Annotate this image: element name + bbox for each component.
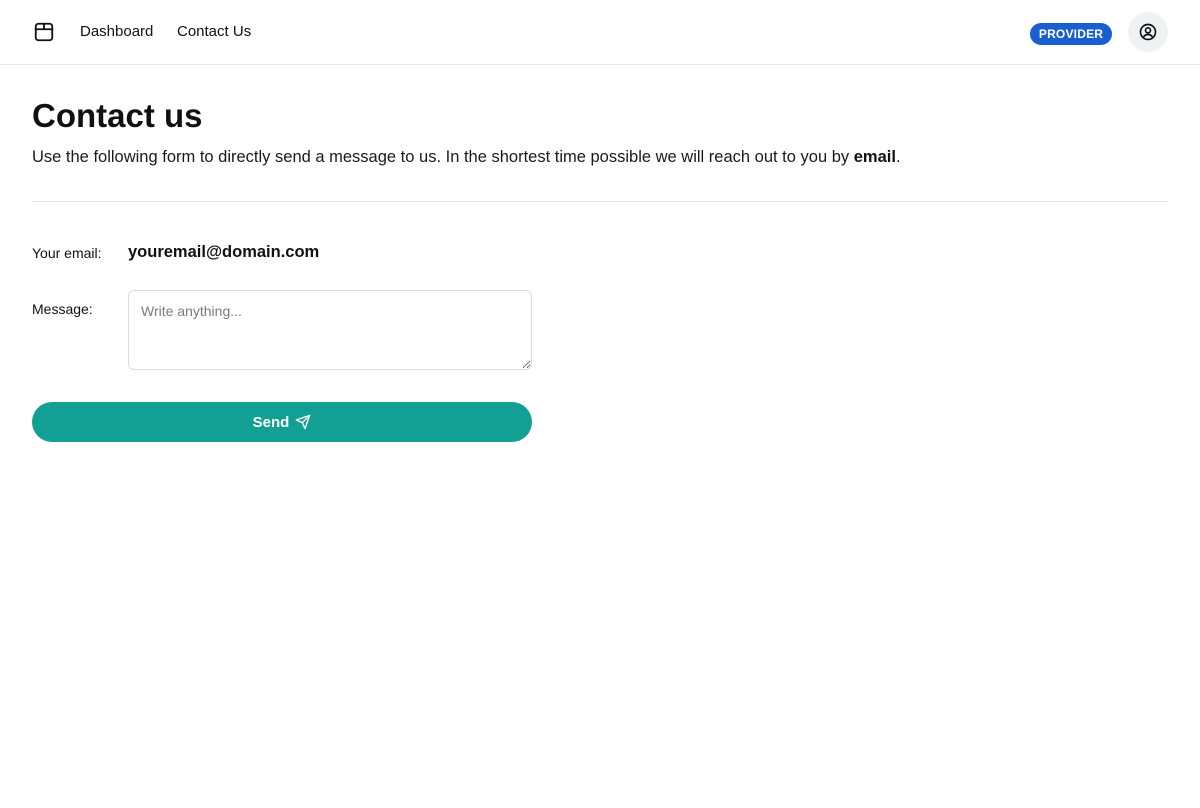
email-label: Your email: [32, 245, 102, 261]
send-button[interactable]: Send [32, 402, 532, 442]
description-text: Use the following form to directly send … [32, 148, 854, 166]
description-emphasis: email [853, 148, 896, 166]
message-label: Message: [32, 301, 93, 317]
top-nav-bar: Dashboard Contact Us PROVIDER [0, 0, 1200, 65]
message-textarea[interactable] [128, 290, 532, 370]
send-paper-plane-icon [295, 414, 311, 430]
section-divider [32, 201, 1168, 202]
page-title: Contact us [32, 97, 203, 134]
email-value: youremail@domain.com [128, 243, 320, 261]
nav-link-contact-us[interactable]: Contact Us [177, 23, 251, 40]
role-badge: PROVIDER [1030, 23, 1112, 45]
page-description: Use the following form to directly send … [32, 146, 901, 168]
description-suffix: . [895, 148, 901, 166]
send-button-label: Send [252, 413, 290, 431]
nav-link-dashboard[interactable]: Dashboard [80, 23, 153, 40]
user-circle-icon [1138, 22, 1158, 42]
user-menu-button[interactable] [1128, 12, 1168, 52]
package-box-icon[interactable] [32, 20, 56, 44]
